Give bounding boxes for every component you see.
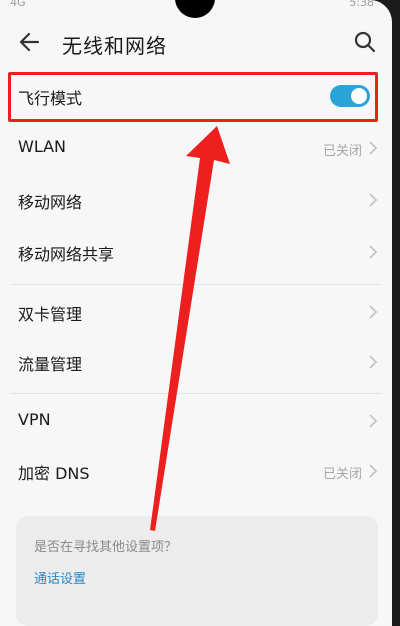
- back-arrow-icon[interactable]: [16, 28, 44, 56]
- chevron-right-icon: [369, 245, 378, 259]
- annotation-highlight-box: [8, 72, 378, 122]
- settings-screen: 4G 5:38 无线和网络 飞行模式 WLAN 已关闭 移动网络 移动网络共享 …: [0, 0, 392, 626]
- section-divider: [10, 393, 382, 394]
- tethering-row[interactable]: 移动网络共享: [0, 229, 392, 275]
- private-dns-row[interactable]: 加密 DNS 已关闭: [0, 448, 392, 494]
- chevron-right-icon: [369, 355, 378, 369]
- dual-sim-row[interactable]: 双卡管理: [0, 289, 392, 335]
- chevron-right-icon: [369, 141, 378, 155]
- wlan-row[interactable]: WLAN 已关闭: [0, 125, 392, 171]
- chevron-right-icon: [369, 414, 378, 428]
- suggestion-card: 是否在寻找其他设置项？ 通话设置: [16, 516, 378, 626]
- camera-notch: [175, 0, 215, 18]
- vpn-label: VPN: [18, 410, 51, 429]
- status-network: 4G: [10, 0, 26, 9]
- private-dns-label: 加密 DNS: [18, 464, 90, 483]
- page-title: 无线和网络: [62, 34, 167, 58]
- dual-sim-label: 双卡管理: [18, 305, 83, 324]
- call-settings-link[interactable]: 通话设置: [34, 568, 86, 587]
- chevron-right-icon: [369, 464, 378, 478]
- wlan-label: WLAN: [18, 137, 67, 156]
- wlan-status: 已关闭: [322, 144, 362, 159]
- search-icon[interactable]: [352, 29, 378, 55]
- vpn-row[interactable]: VPN: [0, 398, 392, 444]
- section-divider: [10, 284, 382, 285]
- data-usage-label: 流量管理: [18, 355, 83, 374]
- mobile-network-label: 移动网络: [18, 193, 83, 212]
- data-usage-row[interactable]: 流量管理: [0, 339, 392, 385]
- private-dns-status: 已关闭: [322, 467, 362, 482]
- status-time: 5:38: [349, 0, 374, 9]
- tethering-label: 移动网络共享: [18, 245, 115, 264]
- mobile-network-row[interactable]: 移动网络: [0, 177, 392, 223]
- chevron-right-icon: [369, 305, 378, 319]
- app-header: 无线和网络: [0, 20, 392, 64]
- suggestion-question: 是否在寻找其他设置项？: [34, 540, 178, 555]
- chevron-right-icon: [369, 193, 378, 207]
- phone-frame: 4G 5:38 无线和网络 飞行模式 WLAN 已关闭 移动网络 移动网络共享 …: [0, 0, 400, 626]
